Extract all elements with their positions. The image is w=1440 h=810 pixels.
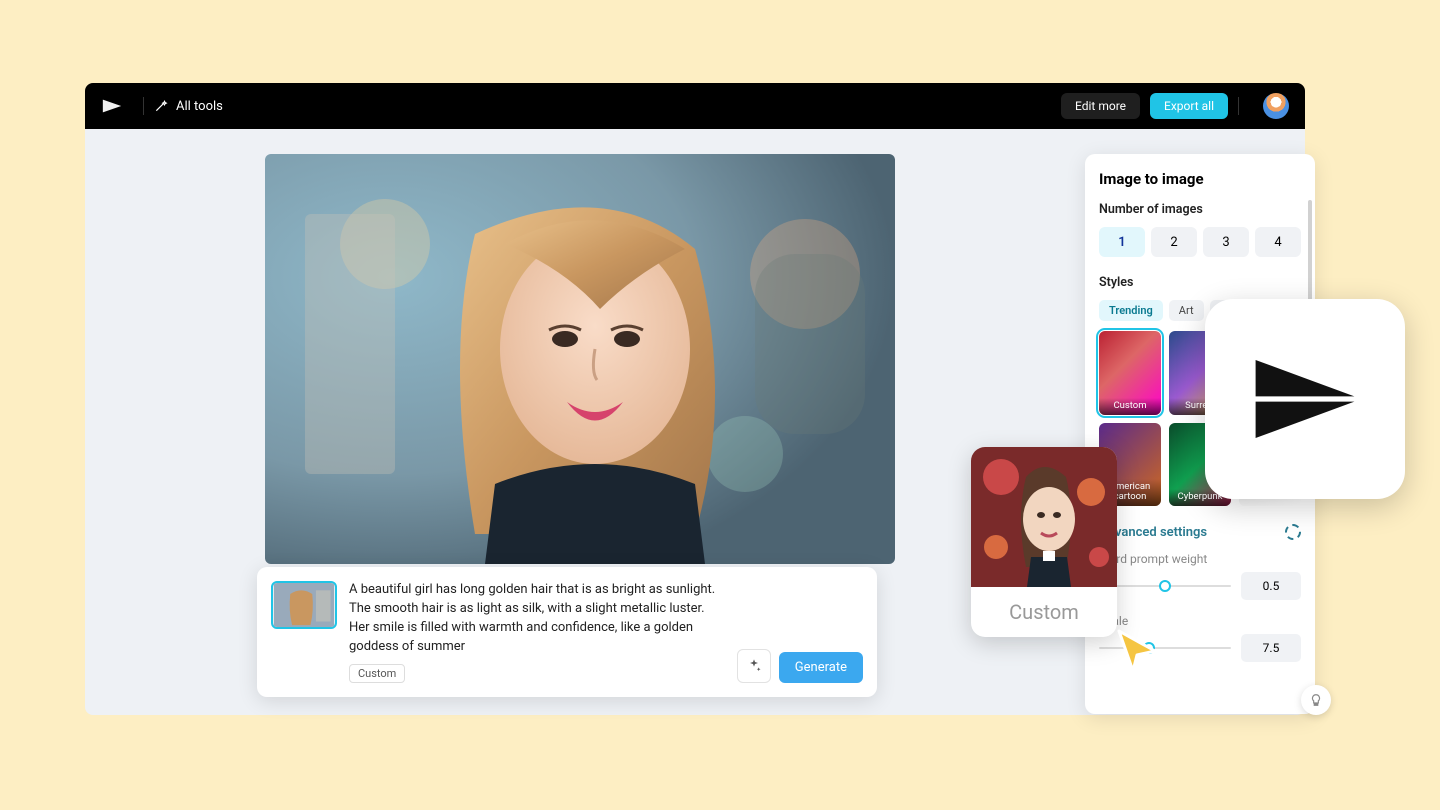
divider: [143, 97, 144, 115]
style-tab-trending[interactable]: Trending: [1099, 300, 1163, 321]
num-option-3[interactable]: 3: [1203, 227, 1249, 257]
generated-image: [265, 154, 895, 564]
number-of-images-row: 1 2 3 4: [1099, 227, 1301, 257]
capcut-logo-icon: [1240, 334, 1370, 464]
app-topbar: All tools Edit more Export all: [85, 83, 1305, 129]
word-prompt-weight-value[interactable]: 0.5: [1241, 572, 1301, 600]
num-option-2[interactable]: 2: [1151, 227, 1197, 257]
edit-more-button[interactable]: Edit more: [1061, 93, 1140, 119]
style-custom[interactable]: Custom: [1099, 331, 1161, 415]
custom-style-popup[interactable]: Custom: [971, 447, 1117, 637]
prompt-style-chip[interactable]: Custom: [349, 664, 405, 683]
sparkle-icon: [746, 658, 762, 674]
user-avatar[interactable]: [1263, 93, 1289, 119]
workspace: A beautiful girl has long golden hair th…: [85, 129, 1305, 715]
cursor-icon: [1113, 627, 1161, 675]
all-tools-button[interactable]: All tools: [154, 99, 223, 114]
divider: [1238, 97, 1239, 115]
reset-icon[interactable]: [1285, 524, 1301, 540]
prompt-text[interactable]: A beautiful girl has long golden hair th…: [349, 581, 725, 656]
sparkle-wand-icon: [154, 99, 168, 113]
input-image-thumbnail[interactable]: [271, 581, 337, 629]
custom-style-label: Custom: [971, 587, 1117, 637]
scale-value[interactable]: 7.5: [1241, 634, 1301, 662]
tips-button[interactable]: [1301, 685, 1331, 715]
advanced-settings-header[interactable]: Advanced settings: [1099, 524, 1301, 540]
styles-label: Styles: [1099, 275, 1301, 290]
style-tab-art[interactable]: Art: [1169, 300, 1204, 321]
lightbulb-icon: [1309, 693, 1323, 707]
num-option-4[interactable]: 4: [1255, 227, 1301, 257]
panel-title: Image to image: [1099, 170, 1301, 188]
export-all-button[interactable]: Export all: [1150, 93, 1228, 119]
all-tools-label: All tools: [176, 99, 223, 114]
custom-style-preview: [971, 447, 1117, 587]
word-prompt-weight-slider[interactable]: [1099, 580, 1231, 592]
prompt-card: A beautiful girl has long golden hair th…: [257, 567, 877, 697]
generate-button[interactable]: Generate: [779, 652, 863, 683]
word-prompt-weight-label: Word prompt weight: [1099, 552, 1301, 566]
capcut-logo-icon: [101, 95, 123, 117]
num-option-1[interactable]: 1: [1099, 227, 1145, 257]
enhance-prompt-button[interactable]: [737, 649, 771, 683]
brand-logo-card: [1205, 299, 1405, 499]
number-of-images-label: Number of images: [1099, 202, 1301, 217]
